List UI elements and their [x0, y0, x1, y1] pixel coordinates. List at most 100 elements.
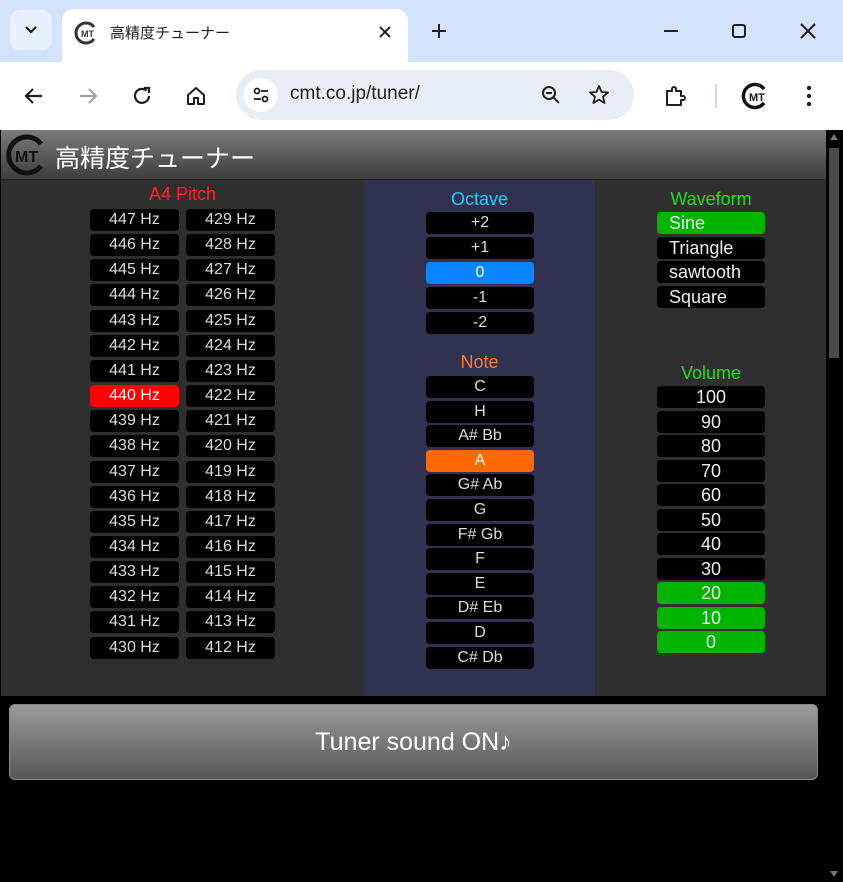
pitch-option-button[interactable]: 444 Hz [90, 284, 179, 307]
zoom-button[interactable] [534, 78, 568, 112]
pitch-option-button[interactable]: 425 Hz [186, 309, 275, 332]
url-text[interactable]: cmt.co.jp/tuner/ [290, 83, 420, 105]
pitch-option-button[interactable]: 418 Hz [186, 485, 275, 508]
waveform-volume-panel: Waveform Sine Triangle sawtooth Square Volu… [595, 180, 827, 696]
vertical-scrollbar[interactable] [826, 130, 842, 881]
pitch-option-button[interactable]: 431 Hz [90, 611, 179, 634]
tab-search-button[interactable] [10, 10, 52, 50]
pitch-option-button[interactable]: 426 Hz [186, 284, 275, 307]
volume-option-button[interactable]: 0 [657, 631, 765, 653]
cmt-profile-icon: MT [741, 82, 766, 110]
pitch-option-button[interactable]: 430 Hz [90, 636, 179, 659]
pitch-option-button[interactable]: 419 Hz [186, 460, 275, 483]
octave-option-button[interactable]: -1 [426, 287, 534, 309]
scrollbar-thumb[interactable] [829, 148, 839, 358]
minimize-icon [664, 30, 678, 32]
octave-option-button[interactable]: +2 [426, 212, 534, 234]
forward-button[interactable] [71, 79, 105, 113]
pitch-option-button[interactable]: 446 Hz [90, 234, 179, 257]
reload-button[interactable] [125, 79, 159, 113]
pitch-option-button[interactable]: 429 Hz [186, 209, 275, 231]
pitch-option-button[interactable]: 422 Hz [186, 385, 275, 408]
site-info-button[interactable] [244, 78, 278, 112]
maximize-button[interactable] [724, 16, 754, 46]
profile-button[interactable]: MT [738, 79, 772, 113]
cmt-logo-icon: MT [6, 134, 43, 176]
pitch-option-button[interactable]: 442 Hz [90, 334, 179, 357]
waveform-option-button[interactable]: sawtooth [657, 261, 765, 283]
pitch-option-button[interactable]: 412 Hz [186, 636, 275, 659]
pitch-option-button[interactable]: 423 Hz [186, 359, 275, 382]
volume-option-button[interactable]: 80 [657, 435, 765, 457]
extensions-button[interactable] [658, 79, 692, 113]
note-option-button[interactable]: H [426, 400, 534, 423]
tuner-sound-button[interactable]: Tuner sound ON♪ [9, 704, 818, 780]
octave-option-button[interactable]: 0 [426, 262, 534, 284]
note-option-button[interactable]: F# Gb [426, 523, 534, 546]
address-bar[interactable]: cmt.co.jp/tuner/ [236, 70, 634, 120]
pitch-option-button[interactable]: 428 Hz [186, 234, 275, 257]
new-tab-button[interactable] [424, 16, 454, 46]
waveform-option-button[interactable]: Square [657, 285, 765, 308]
scroll-down-arrow-icon[interactable] [830, 871, 838, 877]
home-button[interactable] [179, 79, 213, 113]
volume-option-button[interactable]: 90 [657, 410, 765, 433]
volume-option-button[interactable]: 100 [657, 386, 765, 408]
page-title: 高精度チューナー [55, 144, 256, 173]
pitch-option-button[interactable]: 438 Hz [90, 435, 179, 458]
menu-button[interactable] [792, 79, 826, 113]
pitch-option-button[interactable]: 435 Hz [90, 510, 179, 533]
volume-option-button[interactable]: 70 [657, 459, 765, 482]
note-option-button[interactable]: G [426, 499, 534, 521]
browser-tab[interactable]: MT 高精度チューナー [62, 9, 408, 62]
volume-option-button[interactable]: 20 [657, 582, 765, 604]
scroll-up-arrow-icon[interactable] [830, 134, 838, 140]
note-option-button[interactable]: C# Db [426, 646, 534, 669]
pitch-option-button[interactable]: 420 Hz [186, 435, 275, 458]
pitch-option-button[interactable]: 445 Hz [90, 259, 179, 282]
volume-option-button[interactable]: 50 [657, 508, 765, 531]
pitch-option-button[interactable]: 421 Hz [186, 410, 275, 433]
tab-close-button[interactable] [374, 21, 396, 43]
pitch-option-button[interactable]: 437 Hz [90, 460, 179, 483]
volume-option-button[interactable]: 60 [657, 484, 765, 506]
pitch-option-button[interactable]: 439 Hz [90, 410, 179, 433]
octave-option-button[interactable]: +1 [426, 237, 534, 259]
pitch-option-button[interactable]: 413 Hz [186, 611, 275, 634]
pitch-option-button[interactable]: 432 Hz [90, 586, 179, 609]
pitch-option-button[interactable]: 415 Hz [186, 561, 275, 584]
note-option-button[interactable]: C [426, 376, 534, 398]
pitch-option-button[interactable]: 434 Hz [90, 535, 179, 558]
pitch-option-button[interactable]: 417 Hz [186, 510, 275, 533]
pitch-option-button[interactable]: 424 Hz [186, 334, 275, 357]
note-option-button[interactable]: D# Eb [426, 597, 534, 620]
pitch-option-button[interactable]: 416 Hz [186, 535, 275, 558]
pitch-option-button[interactable]: 427 Hz [186, 259, 275, 282]
pitch-option-button[interactable]: 440 Hz [90, 385, 179, 408]
bookmark-button[interactable] [582, 78, 616, 112]
note-option-button[interactable]: A [426, 449, 534, 472]
browser-tabstrip: MT 高精度チューナー [0, 0, 843, 62]
note-option-button[interactable]: E [426, 572, 534, 595]
volume-option-button[interactable]: 10 [657, 606, 765, 629]
note-option-button[interactable]: A# Bb [426, 425, 534, 448]
pitch-option-button[interactable]: 447 Hz [90, 209, 179, 231]
note-option-button[interactable]: G# Ab [426, 474, 534, 497]
tab-title: 高精度チューナー [110, 24, 231, 42]
pitch-option-button[interactable]: 414 Hz [186, 586, 275, 609]
pitch-option-button[interactable]: 433 Hz [90, 561, 179, 584]
puzzle-icon [666, 86, 686, 106]
back-button[interactable] [17, 79, 51, 113]
waveform-option-button[interactable]: Triangle [657, 236, 765, 259]
pitch-option-button[interactable]: 436 Hz [90, 485, 179, 508]
note-option-button[interactable]: D [426, 622, 534, 644]
pitch-option-button[interactable]: 441 Hz [90, 359, 179, 382]
volume-option-button[interactable]: 30 [657, 557, 765, 580]
minimize-button[interactable] [656, 16, 686, 46]
octave-option-button[interactable]: -2 [426, 312, 534, 334]
pitch-option-button[interactable]: 443 Hz [90, 309, 179, 332]
window-close-button[interactable] [793, 16, 823, 46]
note-option-button[interactable]: F [426, 548, 534, 571]
waveform-option-button[interactable]: Sine [657, 212, 765, 234]
volume-option-button[interactable]: 40 [657, 533, 765, 555]
